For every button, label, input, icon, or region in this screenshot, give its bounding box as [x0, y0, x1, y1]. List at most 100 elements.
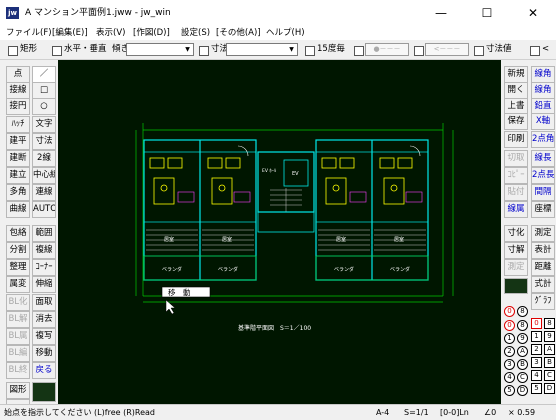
group-circle-c[interactable]: C: [517, 372, 528, 383]
tool-elevation[interactable]: 建立: [6, 167, 30, 184]
menu-edit[interactable]: [編集(E)]: [52, 26, 88, 40]
status-zoom[interactable]: × 0.59: [508, 407, 535, 418]
tool-polygon[interactable]: 多角: [6, 184, 30, 201]
tool-undo[interactable]: 戻る: [32, 362, 56, 379]
tool-line-attr[interactable]: 線属: [504, 201, 528, 218]
group-8-selector[interactable]: 8: [517, 306, 528, 317]
tool-open[interactable]: 開く: [504, 82, 528, 99]
tool-section[interactable]: 建断: [6, 150, 30, 167]
tool-cut[interactable]: 切取: [504, 150, 528, 167]
tool-attr-change[interactable]: 属変: [6, 276, 30, 293]
angle-checkbox[interactable]: [305, 46, 315, 56]
color-swatch[interactable]: [504, 278, 528, 294]
group-circle-0[interactable]: 0: [504, 320, 515, 331]
tool-graph[interactable]: ｸﾞﾗﾌ: [531, 293, 555, 310]
tool-copy-clip[interactable]: ｺﾋﾟｰ: [504, 167, 528, 184]
layer-square-c[interactable]: C: [544, 370, 555, 381]
tool-range[interactable]: 範囲: [32, 225, 56, 242]
tool-divide[interactable]: 分割: [6, 242, 30, 259]
tool-formula[interactable]: 式計: [531, 276, 555, 293]
close-button[interactable]: ✕: [510, 0, 556, 26]
group-circle-b[interactable]: B: [517, 359, 528, 370]
rect-checkbox[interactable]: [8, 46, 18, 56]
group-circle-5[interactable]: 5: [504, 385, 515, 396]
tool-table-calc[interactable]: 表計: [531, 242, 555, 259]
menu-other[interactable]: [その他(A)]: [216, 26, 261, 40]
tool-line[interactable]: ／: [32, 66, 56, 83]
linetype2-button[interactable]: <－－－: [425, 43, 469, 56]
tool-figure[interactable]: 図形: [6, 382, 30, 399]
last-checkbox[interactable]: [530, 46, 540, 56]
tool-connect-line[interactable]: 連線: [32, 184, 56, 201]
tool-circle[interactable]: ○: [32, 98, 56, 115]
tool-dimension[interactable]: 寸法: [32, 133, 56, 150]
tool-two-point-length[interactable]: 2点長: [531, 167, 555, 184]
tool-text[interactable]: 文字: [32, 116, 56, 133]
tool-coordinate[interactable]: 座標: [531, 201, 555, 218]
menu-draw[interactable]: [作図(D)]: [133, 26, 170, 40]
menu-view[interactable]: 表示(V): [96, 26, 125, 40]
menu-settings[interactable]: 設定(S): [181, 26, 210, 40]
tool-stretch[interactable]: 伸縮: [32, 276, 56, 293]
tool-interval[interactable]: 間隔: [531, 184, 555, 201]
layer-square-4[interactable]: 4: [531, 370, 542, 381]
tool-move[interactable]: 移動: [32, 345, 56, 362]
linetype-preview[interactable]: [32, 382, 56, 402]
status-scale[interactable]: S=1/1: [404, 407, 429, 418]
group-0-selector[interactable]: 0: [504, 306, 515, 317]
linetype2-checkbox[interactable]: [414, 46, 424, 56]
maximize-button[interactable]: ☐: [464, 0, 510, 26]
tool-two-point-angle[interactable]: 2点角: [531, 131, 555, 148]
tool-envelope[interactable]: 包絡: [6, 225, 30, 242]
group-circle-3[interactable]: 3: [504, 359, 515, 370]
dim-combo[interactable]: ▼: [226, 43, 298, 56]
group-circle-2[interactable]: 2: [504, 346, 515, 357]
tool-new[interactable]: 新規: [504, 66, 528, 83]
group-circle-4[interactable]: 4: [504, 372, 515, 383]
tool-hatch[interactable]: ﾊｯﾁ: [6, 116, 30, 133]
tool-block-attr[interactable]: BL属: [6, 328, 30, 345]
tool-save[interactable]: 保存: [504, 113, 528, 130]
tool-double-line[interactable]: 2線: [32, 150, 56, 167]
tool-rectangle[interactable]: □: [32, 82, 56, 99]
layer-8-selector[interactable]: 8: [544, 318, 555, 329]
status-paper-size[interactable]: A-4: [376, 407, 389, 418]
tool-arrange[interactable]: 整理: [6, 259, 30, 276]
tool-distance[interactable]: 距離: [531, 259, 555, 276]
group-circle-9[interactable]: 9: [517, 333, 528, 344]
tool-center-line[interactable]: 中心線: [32, 167, 56, 184]
layer-square-2[interactable]: 2: [531, 344, 542, 355]
tool-line-length[interactable]: 線長: [531, 150, 555, 167]
linetype-checkbox[interactable]: [354, 46, 364, 56]
tool-offset[interactable]: 複線: [32, 242, 56, 259]
group-circle-1[interactable]: 1: [504, 333, 515, 344]
tool-block-release[interactable]: BL解: [6, 311, 30, 328]
tool-erase[interactable]: 消去: [32, 311, 56, 328]
tool-x-axis[interactable]: X軸: [531, 113, 555, 130]
tool-chamfer[interactable]: 面取: [32, 294, 56, 311]
tool-print[interactable]: 印刷: [504, 131, 528, 148]
tool-copy[interactable]: 複写: [32, 328, 56, 345]
tool-measure[interactable]: 測定: [531, 225, 555, 242]
tool-dim-make[interactable]: 寸化: [504, 225, 528, 242]
menu-help[interactable]: ヘルプ(H): [266, 26, 305, 40]
layer-square-b[interactable]: B: [544, 357, 555, 368]
group-circle-a[interactable]: A: [517, 346, 528, 357]
dimvalue-checkbox[interactable]: [474, 46, 484, 56]
layer-square-5[interactable]: 5: [531, 383, 542, 394]
status-angle[interactable]: ∠0: [484, 407, 496, 418]
minimize-button[interactable]: —: [418, 0, 464, 26]
layer-square-3[interactable]: 3: [531, 357, 542, 368]
tool-corner[interactable]: ｺｰﾅｰ: [32, 259, 56, 276]
tool-tangent-circle[interactable]: 接円: [6, 98, 30, 115]
tool-auto[interactable]: AUTO: [32, 201, 56, 218]
drawing-canvas[interactable]: 居室 居室 居室 居室 ベランダ ベランダ ベランダ ベランダ EV EV ﾎｰ…: [58, 60, 501, 404]
status-layer[interactable]: [0-0]Ln: [440, 407, 469, 418]
tool-line-angle[interactable]: 線角: [531, 66, 555, 83]
tool-block-end[interactable]: BL終: [6, 362, 30, 379]
tool-block-edit[interactable]: BL編: [6, 345, 30, 362]
menu-file[interactable]: ファイル(F): [6, 26, 52, 40]
tool-point[interactable]: 点: [6, 66, 30, 83]
tool-plan[interactable]: 建平: [6, 133, 30, 150]
group-circle-d[interactable]: D: [517, 385, 528, 396]
